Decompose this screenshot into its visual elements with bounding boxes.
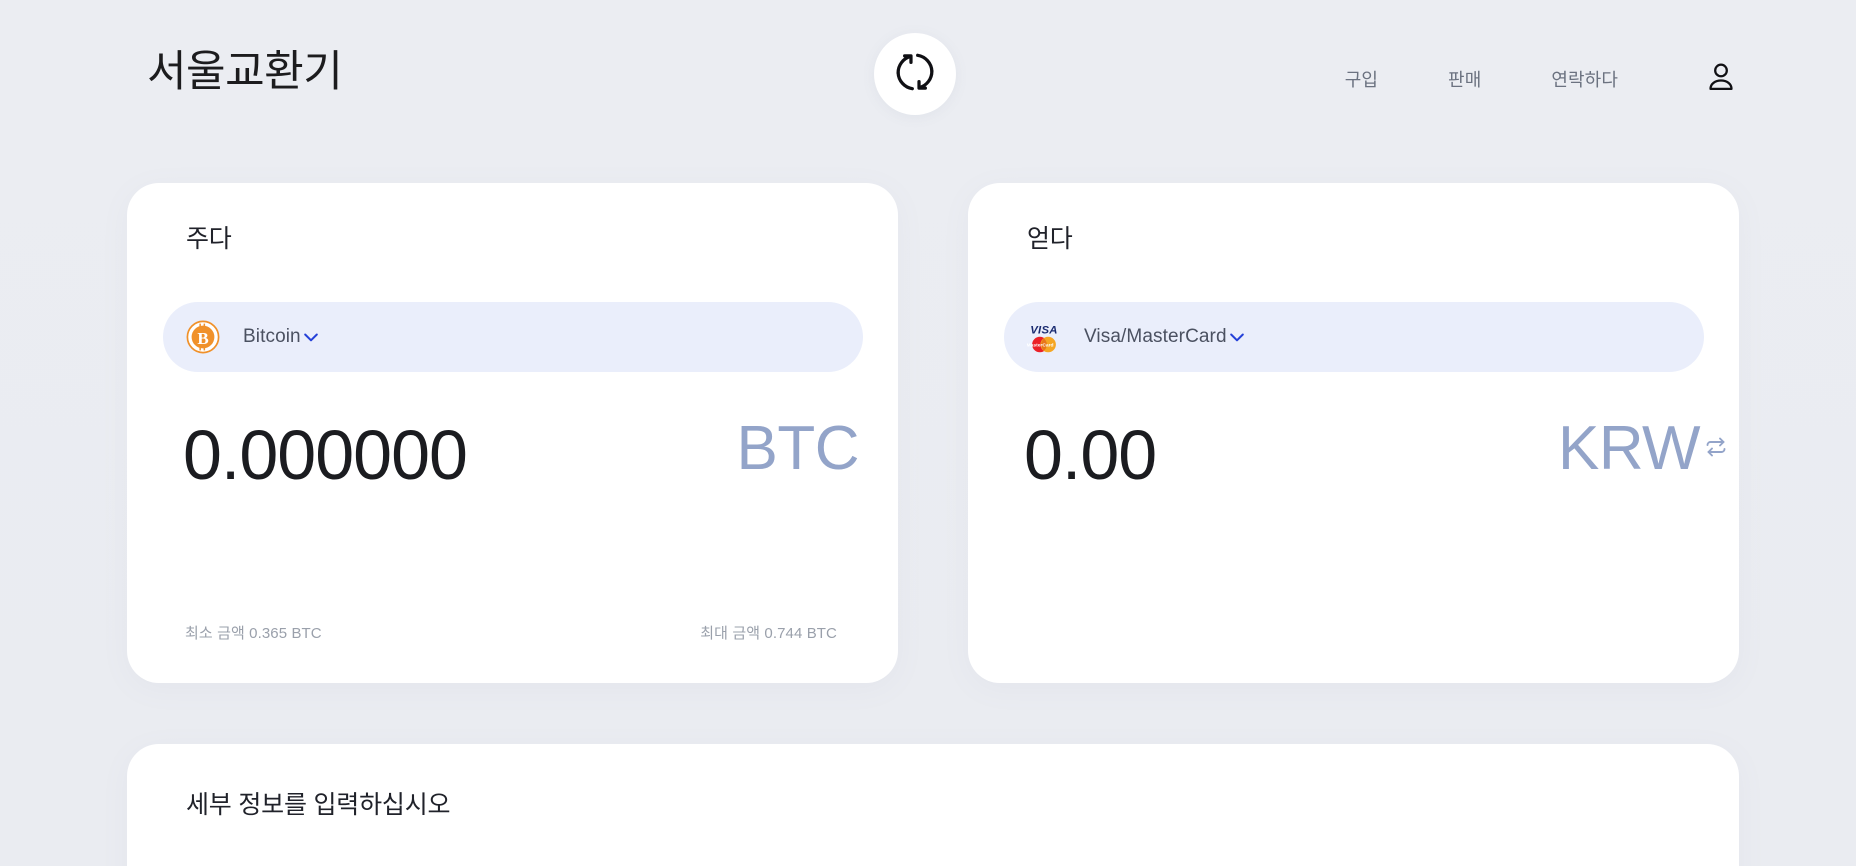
give-card-title: 주다 bbox=[186, 225, 232, 253]
swap-currencies-button[interactable] bbox=[874, 33, 956, 115]
svg-text:B: B bbox=[197, 329, 208, 348]
get-amount-input[interactable] bbox=[1024, 415, 1464, 495]
details-card-title: 세부 정보를 입력하십시오 bbox=[186, 791, 451, 819]
exchange-cards: 주다 B Bitcoin 0.000000 BTC 최소 금액 0.365 BT… bbox=[127, 183, 1739, 683]
brand-title: 서울교환기 bbox=[147, 48, 343, 96]
details-card: 세부 정보를 입력하십시오 bbox=[127, 744, 1739, 866]
get-currency-label: Visa/MasterCard bbox=[1084, 326, 1227, 347]
give-card: 주다 B Bitcoin 0.000000 BTC 최소 금액 0.365 BT… bbox=[127, 183, 898, 683]
get-card: 얻다 VISA MasterCard Visa/MasterCard 0.00 … bbox=[968, 183, 1739, 683]
minimum-amount-label: 최소 금액 0.365 BTC bbox=[185, 625, 322, 642]
nav-contact[interactable]: 연락하다 bbox=[1551, 62, 1618, 96]
bitcoin-icon: B bbox=[186, 320, 220, 354]
exchange-arrows-icon[interactable] bbox=[1704, 405, 1728, 457]
chevron-down-icon bbox=[301, 327, 321, 347]
get-ticker-label: KRW bbox=[1557, 414, 1701, 483]
nav-sell[interactable]: 판매 bbox=[1448, 62, 1481, 96]
give-currency-selector[interactable]: B Bitcoin bbox=[163, 302, 863, 372]
get-amount-ticker: KRW bbox=[1557, 414, 1726, 483]
visa-mastercard-icon: VISA MasterCard bbox=[1027, 320, 1061, 354]
account-button[interactable] bbox=[1704, 63, 1738, 94]
chevron-down-icon bbox=[1227, 327, 1247, 347]
svg-text:VISA: VISA bbox=[1030, 325, 1058, 337]
give-amount-input[interactable] bbox=[183, 415, 623, 495]
refresh-swap-icon bbox=[892, 49, 938, 100]
get-card-title: 얻다 bbox=[1027, 225, 1073, 253]
user-icon bbox=[1709, 63, 1733, 91]
page-header: 서울교환기 구입 판매 연락하다 bbox=[0, 0, 1856, 176]
give-amount-row: BTC bbox=[183, 414, 860, 495]
exchange-page: 서울교환기 구입 판매 연락하다 주다 B Bitcoin 0.000000 B… bbox=[0, 0, 1856, 866]
svg-text:MasterCard: MasterCard bbox=[1027, 343, 1054, 349]
nav-buy[interactable]: 구입 bbox=[1345, 62, 1378, 96]
give-currency-label: Bitcoin bbox=[243, 326, 301, 347]
get-currency-selector[interactable]: VISA MasterCard Visa/MasterCard bbox=[1004, 302, 1704, 372]
give-amount-ticker: BTC bbox=[736, 414, 860, 483]
give-limits: 최소 금액 0.365 BTC 최대 금액 0.744 BTC bbox=[185, 622, 837, 643]
maximum-amount-label: 최대 금액 0.744 BTC bbox=[700, 625, 837, 642]
get-amount-row: KRW bbox=[1024, 414, 1726, 495]
main-navigation: 구입 판매 연락하다 bbox=[1345, 62, 1738, 96]
